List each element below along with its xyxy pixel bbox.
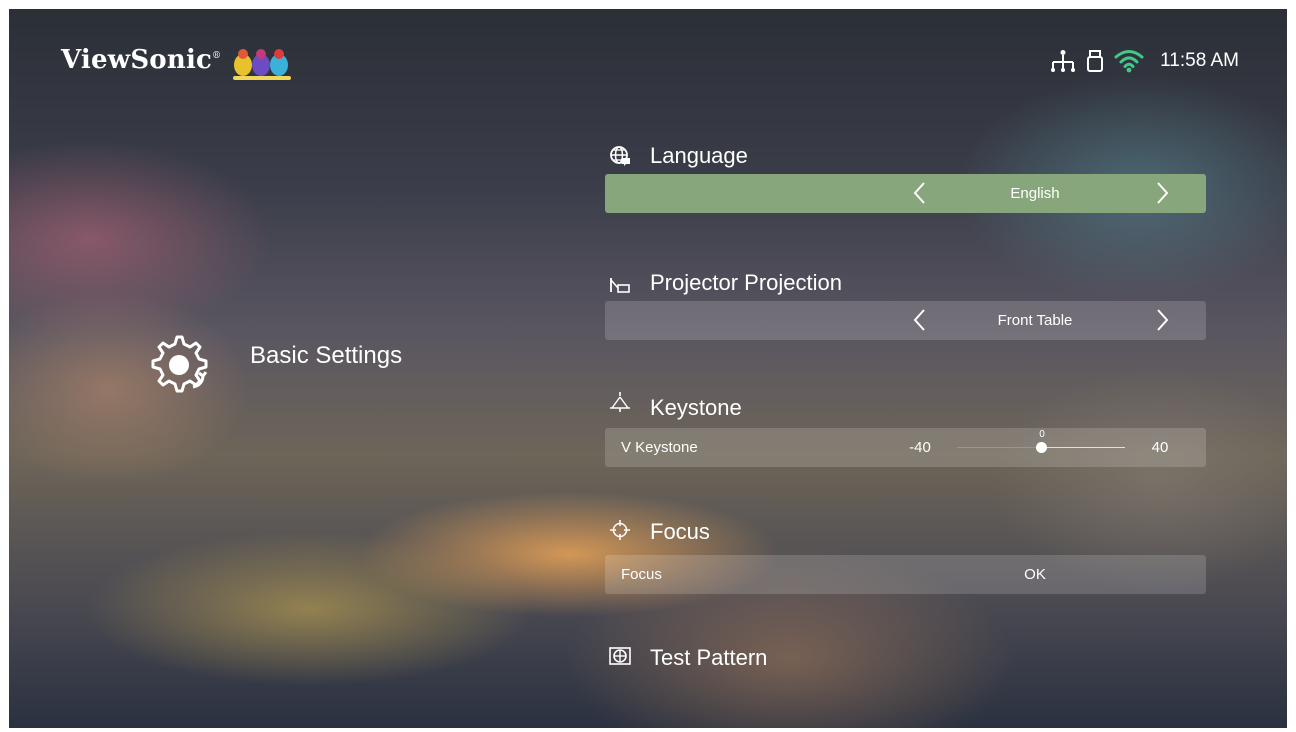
chevron-right-icon[interactable] bbox=[1156, 308, 1170, 332]
keystone-slider-fill bbox=[957, 447, 1041, 448]
focus-ok-button[interactable]: OK bbox=[985, 555, 1085, 594]
chevron-left-icon[interactable] bbox=[912, 308, 926, 332]
globe-icon bbox=[610, 146, 630, 166]
projector-projection-label: Projector Projection bbox=[650, 270, 842, 295]
network-icon bbox=[1051, 50, 1076, 72]
focus-sub-label: Focus bbox=[621, 566, 662, 583]
projector-projection-value: Front Table bbox=[997, 312, 1073, 329]
chevron-right-icon[interactable] bbox=[1156, 181, 1170, 205]
wifi-icon bbox=[1114, 50, 1144, 73]
birds-logo-icon bbox=[233, 49, 291, 80]
language-value: English bbox=[1010, 185, 1060, 202]
clock-time: 11:58 AM bbox=[1160, 50, 1239, 71]
chevron-left-icon[interactable] bbox=[912, 181, 926, 205]
focus-row[interactable]: Focus OK bbox=[605, 555, 1206, 594]
test-pattern-icon bbox=[609, 647, 631, 665]
keystone-slider-track[interactable] bbox=[957, 442, 1125, 453]
focus-icon bbox=[610, 520, 630, 540]
focus-label: Focus bbox=[650, 519, 710, 544]
keystone-icon bbox=[610, 392, 630, 412]
viewsonic-logo: ViewSonic® bbox=[61, 45, 222, 75]
status-bar: 11:58 AM bbox=[1050, 49, 1239, 73]
keystone-min-value: -40 bbox=[909, 439, 931, 456]
language-label: Language bbox=[650, 143, 748, 168]
usb-icon bbox=[1087, 50, 1104, 72]
projector-icon bbox=[610, 278, 630, 293]
v-keystone-label: V Keystone bbox=[621, 439, 698, 456]
v-keystone-row[interactable]: V Keystone -40 0 40 bbox=[605, 428, 1206, 467]
projector-settings-screen: ViewSonic® 11:58 AM Basic Settings Langu… bbox=[9, 9, 1287, 728]
test-pattern-label[interactable]: Test Pattern bbox=[650, 645, 767, 671]
language-selector[interactable]: English bbox=[605, 174, 1206, 213]
gear-settings-icon bbox=[151, 335, 208, 393]
projector-projection-selector[interactable]: Front Table bbox=[605, 301, 1206, 340]
category-title: Basic Settings bbox=[250, 342, 403, 369]
keystone-label: Keystone bbox=[650, 395, 742, 420]
keystone-max-value: 40 bbox=[1151, 439, 1169, 456]
keystone-slider-handle[interactable] bbox=[1036, 442, 1047, 453]
